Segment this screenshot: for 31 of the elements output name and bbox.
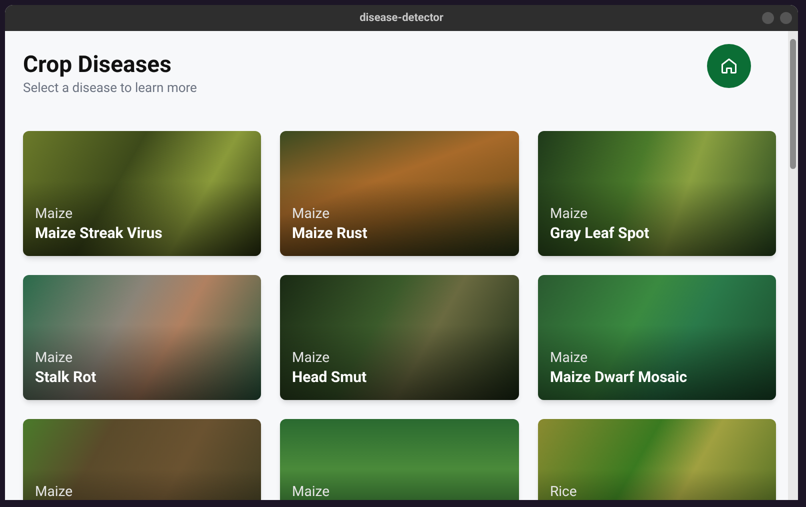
crop-label: Maize — [550, 348, 589, 366]
disease-card[interactable]: Maize — [280, 418, 519, 500]
crop-label: Maize — [292, 348, 331, 366]
disease-card[interactable]: Maize Maize Rust — [280, 130, 519, 256]
crop-label: Maize — [35, 204, 74, 222]
home-button[interactable] — [707, 44, 751, 88]
crop-label: Maize — [292, 204, 331, 222]
window-control-icon[interactable] — [780, 12, 792, 24]
disease-card[interactable]: Maize Head Smut — [280, 274, 519, 400]
disease-card[interactable]: Maize Maize Streak Virus — [23, 130, 261, 256]
crop-label: Maize — [550, 204, 589, 222]
page-subtitle: Select a disease to learn more — [23, 80, 197, 98]
disease-name: Stalk Rot — [35, 366, 96, 386]
crop-label: Maize — [35, 482, 73, 500]
window-control-icon[interactable] — [762, 12, 774, 24]
disease-name: Gray Leaf Spot — [550, 222, 650, 242]
disease-name: Maize Rust — [292, 222, 368, 242]
disease-name: Maize Streak Virus — [35, 222, 162, 242]
disease-card[interactable]: Maize — [23, 418, 261, 500]
window-title: disease-detector — [360, 10, 444, 26]
disease-name: Maize Dwarf Mosaic — [550, 366, 688, 386]
crop-label: Rice — [550, 482, 577, 500]
page-title: Crop Diseases — [23, 51, 172, 79]
disease-card[interactable]: Maize Maize Dwarf Mosaic — [538, 274, 776, 400]
crop-label: Maize — [292, 482, 330, 500]
home-icon — [720, 57, 738, 75]
crop-label: Maize — [35, 348, 74, 366]
disease-name: Head Smut — [292, 366, 367, 386]
disease-card[interactable]: Maize Gray Leaf Spot — [538, 130, 776, 256]
disease-card[interactable]: Maize Stalk Rot — [23, 274, 261, 400]
disease-card[interactable]: Rice — [538, 418, 776, 500]
